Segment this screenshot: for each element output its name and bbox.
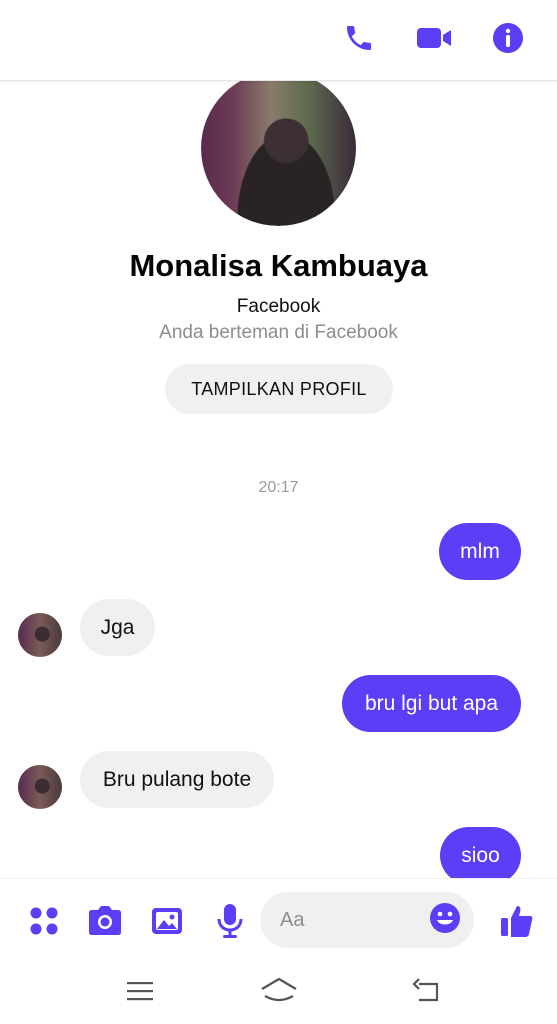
message-bubble-received[interactable]: Jga — [80, 599, 155, 656]
info-icon[interactable] — [490, 20, 526, 56]
gallery-icon[interactable] — [147, 901, 187, 941]
thumbs-up-icon[interactable] — [497, 901, 537, 941]
chat-header — [0, 0, 557, 81]
sender-avatar[interactable] — [18, 613, 62, 657]
conversation-area[interactable]: Monalisa Kambuaya Facebook Anda berteman… — [0, 81, 557, 878]
contact-source: Facebook — [236, 296, 321, 317]
apps-icon[interactable] — [24, 901, 64, 941]
home-icon[interactable] — [259, 974, 299, 1008]
profile-photo[interactable] — [201, 81, 356, 226]
contact-name: Monalisa Kambuaya — [129, 248, 428, 283]
message-bubble-sent[interactable]: mlm — [439, 523, 521, 580]
camera-icon[interactable] — [85, 901, 125, 941]
friendship-status: Anda berteman di Facebook — [159, 322, 398, 343]
message-composer — [0, 878, 557, 959]
back-icon[interactable] — [406, 974, 446, 1008]
sender-avatar[interactable] — [18, 765, 62, 809]
video-camera-icon[interactable] — [413, 20, 455, 56]
message-bubble-received[interactable]: Bru pulang bote — [80, 751, 274, 808]
message-timestamp: 20:17 — [258, 479, 299, 496]
menu-icon[interactable] — [120, 974, 160, 1008]
microphone-icon[interactable] — [210, 901, 250, 941]
phone-icon[interactable] — [341, 20, 377, 56]
system-navigation-bar — [0, 958, 557, 1024]
message-bubble-sent[interactable]: bru lgi but apa — [342, 675, 521, 732]
message-bubble-sent[interactable]: sioo — [440, 827, 521, 878]
view-profile-button[interactable]: TAMPILKAN PROFIL — [165, 364, 393, 414]
emoji-icon[interactable] — [428, 901, 464, 937]
